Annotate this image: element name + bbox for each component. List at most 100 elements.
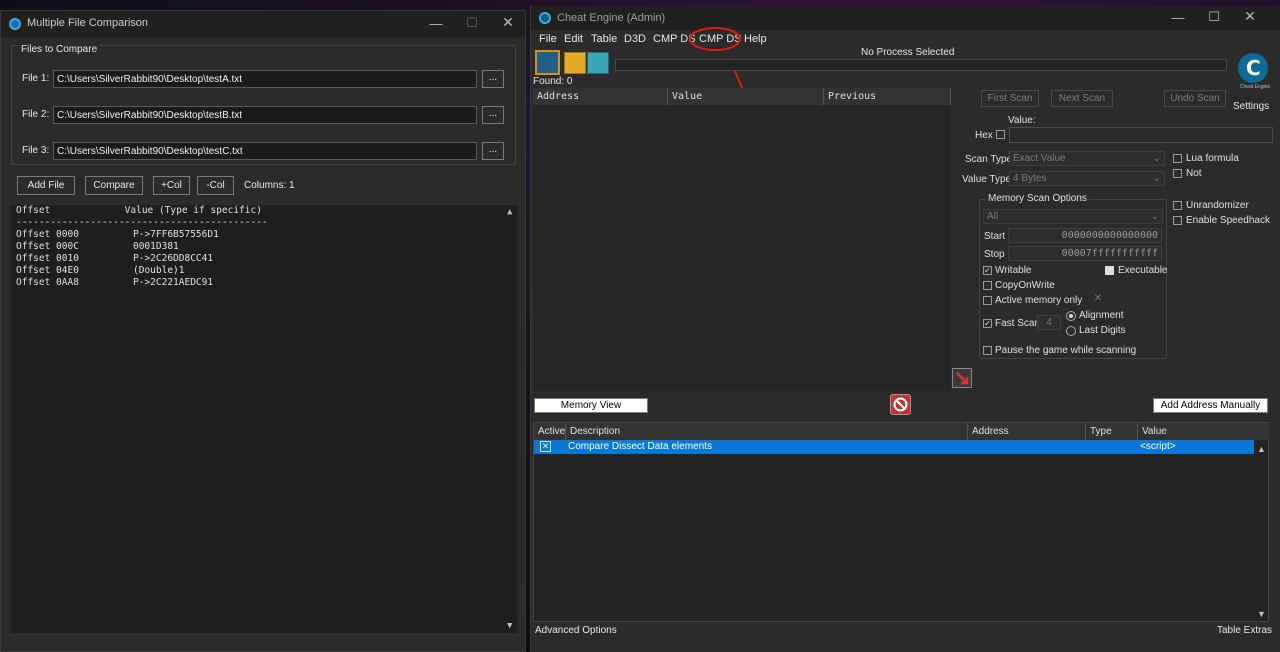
output-row: Offset 0000 P->7FF6B57556D1 [16, 229, 219, 240]
column-type[interactable]: Type [1086, 423, 1138, 440]
copy-on-write-label: CopyOnWrite [995, 280, 1055, 291]
table-row[interactable]: ✕ Compare Dissect Data elements <script> [534, 440, 1254, 454]
row-description: Compare Dissect Data elements [568, 441, 712, 452]
start-label: Start [984, 231, 1006, 242]
unrandomizer-label: Unrandomizer [1186, 200, 1249, 211]
file-1-label: File 1: [22, 73, 50, 84]
close-icon[interactable]: ✕ [493, 14, 523, 31]
clear-icon[interactable]: ✕ [1091, 293, 1105, 307]
found-count: Found: 0 [533, 76, 573, 87]
enable-speedhack-checkbox[interactable] [1173, 216, 1182, 225]
save-file-icon[interactable] [587, 52, 609, 74]
remove-column-button[interactable]: -Col [197, 176, 234, 195]
next-scan-button[interactable]: Next Scan [1051, 90, 1113, 107]
output-divider: ----------------------------------------… [16, 217, 268, 228]
window-title: Multiple File Comparison [27, 17, 149, 29]
add-to-list-arrow-icon[interactable] [952, 368, 972, 388]
file-2-path-input[interactable]: C:\Users\SilverRabbit90\Desktop\testB.tx… [53, 106, 477, 124]
undo-scan-button[interactable]: Undo Scan [1164, 90, 1226, 107]
writable-checkbox[interactable] [983, 266, 992, 275]
unrandomizer-checkbox[interactable] [1173, 201, 1182, 210]
file-1-path-input[interactable]: C:\Users\SilverRabbit90\Desktop\testA.tx… [53, 70, 477, 88]
fast-scan-checkbox[interactable] [983, 319, 992, 328]
hex-checkbox[interactable] [996, 130, 1005, 139]
table-scrollbar[interactable]: ▲ ▼ [1254, 440, 1268, 621]
column-previous[interactable]: Previous [824, 88, 951, 105]
found-address-list[interactable]: Address Value Previous [533, 88, 951, 391]
maximize-icon[interactable]: ☐ [1199, 9, 1229, 25]
first-scan-button[interactable]: First Scan [981, 90, 1039, 107]
open-file-icon[interactable] [564, 52, 586, 74]
settings-link[interactable]: Settings [1233, 101, 1269, 112]
minimize-icon[interactable]: — [1163, 10, 1193, 25]
value-label: Value: [1008, 115, 1036, 126]
menu-help[interactable]: Help [744, 33, 767, 45]
lua-formula-checkbox[interactable] [1173, 154, 1182, 163]
stop-icon[interactable] [890, 394, 911, 415]
memory-region-select[interactable]: All ⌄ [983, 209, 1163, 224]
column-value[interactable]: Value [1138, 423, 1270, 440]
file-2-browse-button[interactable]: ... [482, 106, 504, 124]
column-active[interactable]: Active [534, 423, 566, 440]
value-type-label: Value Type [962, 174, 1012, 185]
advanced-options-link[interactable]: Advanced Options [535, 625, 617, 636]
last-digits-radio[interactable] [1066, 326, 1076, 336]
maximize-icon[interactable]: ☐ [457, 15, 487, 31]
add-address-manually-button[interactable]: Add Address Manually [1153, 398, 1268, 413]
value-input[interactable] [1009, 127, 1273, 143]
scroll-up-icon[interactable]: ▲ [1257, 444, 1266, 454]
fast-scan-alignment-input[interactable]: 4 [1037, 315, 1061, 330]
comparison-output[interactable]: Offset Value (Type if specific) --------… [11, 205, 517, 633]
last-digits-label: Last Digits [1079, 325, 1126, 336]
copy-on-write-checkbox[interactable] [983, 281, 992, 290]
pause-game-label: Pause the game while scanning [995, 345, 1137, 356]
active-checkbox[interactable]: ✕ [540, 441, 551, 452]
chevron-down-icon: ⌄ [1150, 211, 1159, 222]
files-group-title: Files to Compare [19, 44, 100, 55]
file-1-browse-button[interactable]: ... [482, 70, 504, 88]
alignment-label: Alignment [1079, 310, 1124, 321]
compare-button[interactable]: Compare [85, 176, 143, 195]
columns-count: Columns: 1 [244, 180, 295, 191]
memory-view-button[interactable]: Memory View [534, 398, 648, 413]
stop-label: Stop [984, 249, 1005, 260]
pause-game-checkbox[interactable] [983, 346, 992, 355]
not-checkbox[interactable] [1173, 169, 1182, 178]
hex-label: Hex [975, 130, 993, 141]
executable-checkbox[interactable] [1105, 266, 1114, 275]
multiple-file-comparison-window: Multiple File Comparison — ☐ ✕ Files to … [0, 10, 526, 652]
active-memory-only-checkbox[interactable] [983, 296, 992, 305]
writable-label: Writable [995, 265, 1032, 276]
scroll-up-icon[interactable]: ▲ [507, 207, 512, 217]
value-type-select[interactable]: 4 Bytes ⌄ [1009, 171, 1165, 186]
table-extras-link[interactable]: Table Extras [1217, 625, 1272, 636]
file-3-path-input[interactable]: C:\Users\SilverRabbit90\Desktop\testC.tx… [53, 142, 477, 160]
menu-file[interactable]: File [539, 33, 557, 45]
scroll-down-icon[interactable]: ▼ [507, 621, 512, 631]
file-3-browse-button[interactable]: ... [482, 142, 504, 160]
open-process-icon[interactable] [535, 50, 560, 75]
cheat-engine-logo[interactable]: C Cheat Engine [1235, 50, 1271, 90]
menu-table[interactable]: Table [591, 33, 617, 45]
menu-edit[interactable]: Edit [564, 33, 583, 45]
column-address[interactable]: Address [533, 88, 668, 105]
title-bar: Multiple File Comparison — ☐ ✕ [1, 11, 525, 37]
menu-d3d[interactable]: D3D [624, 33, 646, 45]
file-2-label: File 2: [22, 109, 50, 120]
column-value[interactable]: Value [668, 88, 824, 105]
add-file-button[interactable]: Add File [17, 176, 75, 195]
progress-bar [615, 59, 1227, 71]
scroll-down-icon[interactable]: ▼ [1257, 609, 1266, 619]
start-address-input[interactable]: 0000000000000000 [1008, 228, 1162, 243]
close-icon[interactable]: ✕ [1235, 8, 1265, 25]
scan-type-select[interactable]: Exact Value ⌄ [1009, 151, 1165, 166]
cheat-table[interactable]: Active Description Address Type Value ✕ … [533, 422, 1270, 622]
alignment-radio[interactable] [1066, 311, 1076, 321]
column-description[interactable]: Description [566, 423, 968, 440]
process-name: No Process Selected [861, 47, 955, 58]
add-column-button[interactable]: +Col [153, 176, 190, 195]
output-scrollbar[interactable]: ▲ ▼ [505, 205, 517, 633]
minimize-icon[interactable]: — [421, 16, 451, 31]
stop-address-input[interactable]: 00007fffffffffff [1008, 246, 1162, 261]
column-address[interactable]: Address [968, 423, 1086, 440]
